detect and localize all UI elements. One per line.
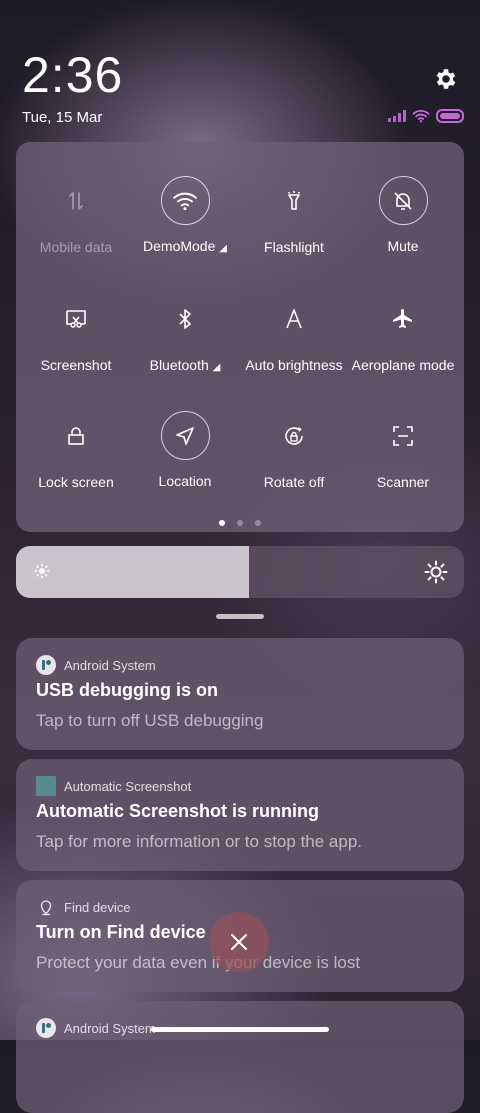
close-icon (231, 934, 247, 950)
notification-body: Tap to turn off USB debugging (36, 711, 264, 730)
tile-label: Bluetooth (149, 357, 209, 373)
auto-brightness-icon (269, 294, 319, 344)
page-dot (255, 520, 261, 526)
tile-aeroplane-mode[interactable]: Aeroplane mode (347, 294, 459, 404)
brightness-high-icon (424, 560, 448, 589)
tile-scanner[interactable]: Scanner (347, 411, 459, 521)
page-indicator (16, 520, 464, 526)
tile-location[interactable]: Location (129, 411, 241, 521)
settings-gear-icon[interactable] (433, 66, 459, 92)
android-system-icon (36, 655, 56, 675)
clock-time: 2:36 (22, 47, 124, 103)
wifi-status-icon (412, 109, 430, 123)
brightness-low-icon (33, 562, 51, 585)
notification-app-name: Automatic Screenshot (64, 778, 192, 794)
notification-automatic-screenshot[interactable]: Automatic Screenshot Automatic Screensho… (16, 759, 464, 871)
find-device-pin-icon (36, 897, 56, 917)
tile-label: Lock screen (38, 474, 114, 490)
brightness-slider[interactable] (16, 546, 464, 598)
tile-flashlight[interactable]: Flashlight (238, 176, 350, 286)
tile-demomode[interactable]: DemoMode ◢ (129, 176, 241, 286)
mute-bell-icon (378, 176, 428, 225)
lock-icon (51, 411, 101, 461)
location-icon (160, 411, 210, 460)
battery-icon (436, 109, 464, 123)
tile-label: Rotate off (263, 474, 325, 490)
notification-body: Tap for more information or to stop the … (36, 832, 363, 851)
tile-screenshot[interactable]: Screenshot (20, 294, 132, 404)
clock-date: Tue, 15 Mar (22, 109, 103, 126)
cell-signal-icon (388, 110, 406, 122)
tile-lock-screen[interactable]: Lock screen (20, 411, 132, 521)
notification-title: USB debugging is on (36, 680, 218, 700)
mobile-data-icon (51, 176, 101, 226)
tile-mute[interactable]: Mute (347, 176, 459, 286)
airplane-icon (378, 294, 428, 344)
notification-app-name: Android System (64, 1020, 156, 1036)
tile-bluetooth[interactable]: Bluetooth ◢ (129, 294, 241, 404)
tile-label: Flashlight (264, 239, 324, 255)
flashlight-icon (269, 176, 319, 226)
notification-usb-debugging[interactable]: Android System USB debugging is on Tap t… (16, 638, 464, 750)
tile-label: DemoMode (143, 238, 216, 254)
tile-label: Mobile data (39, 239, 113, 255)
scanner-icon (378, 411, 428, 461)
tile-auto-brightness[interactable]: Auto brightness (238, 294, 350, 404)
expand-arrow-icon: ◢ (212, 362, 221, 373)
tile-rotate-off[interactable]: Rotate off (238, 411, 350, 521)
android-system-icon (36, 1018, 56, 1038)
bluetooth-icon (160, 294, 210, 344)
automatic-screenshot-app-icon (36, 776, 56, 796)
clear-notifications-button[interactable] (209, 912, 269, 972)
expand-arrow-icon: ◢ (219, 243, 227, 254)
notification-app-name: Android System (64, 657, 156, 673)
quick-settings-panel: Mobile data DemoMode ◢ Flashlight Mute S… (16, 142, 464, 532)
tile-label: Aeroplane mode (351, 357, 455, 373)
drag-handle[interactable] (216, 614, 264, 619)
home-indicator[interactable] (151, 1027, 329, 1032)
tile-label: Location (158, 473, 212, 489)
screenshot-icon (51, 294, 101, 344)
tile-label: Scanner (376, 474, 430, 490)
wifi-icon (160, 176, 210, 225)
notification-title: Turn on Find device (36, 922, 206, 942)
page-dot (219, 520, 225, 526)
tile-label: Screenshot (40, 357, 112, 373)
tile-label: Auto brightness (245, 357, 343, 373)
tile-mobile-data[interactable]: Mobile data (20, 176, 132, 286)
rotate-lock-icon (269, 411, 319, 461)
status-icons (388, 109, 464, 123)
notification-title: Automatic Screenshot is running (36, 801, 320, 821)
notification-android-system[interactable]: Android System (16, 1001, 464, 1113)
page-dot (237, 520, 243, 526)
tile-label: Mute (387, 238, 419, 254)
notification-body: Protect your data even if your device is… (36, 953, 361, 972)
notification-app-name: Find device (64, 899, 131, 915)
